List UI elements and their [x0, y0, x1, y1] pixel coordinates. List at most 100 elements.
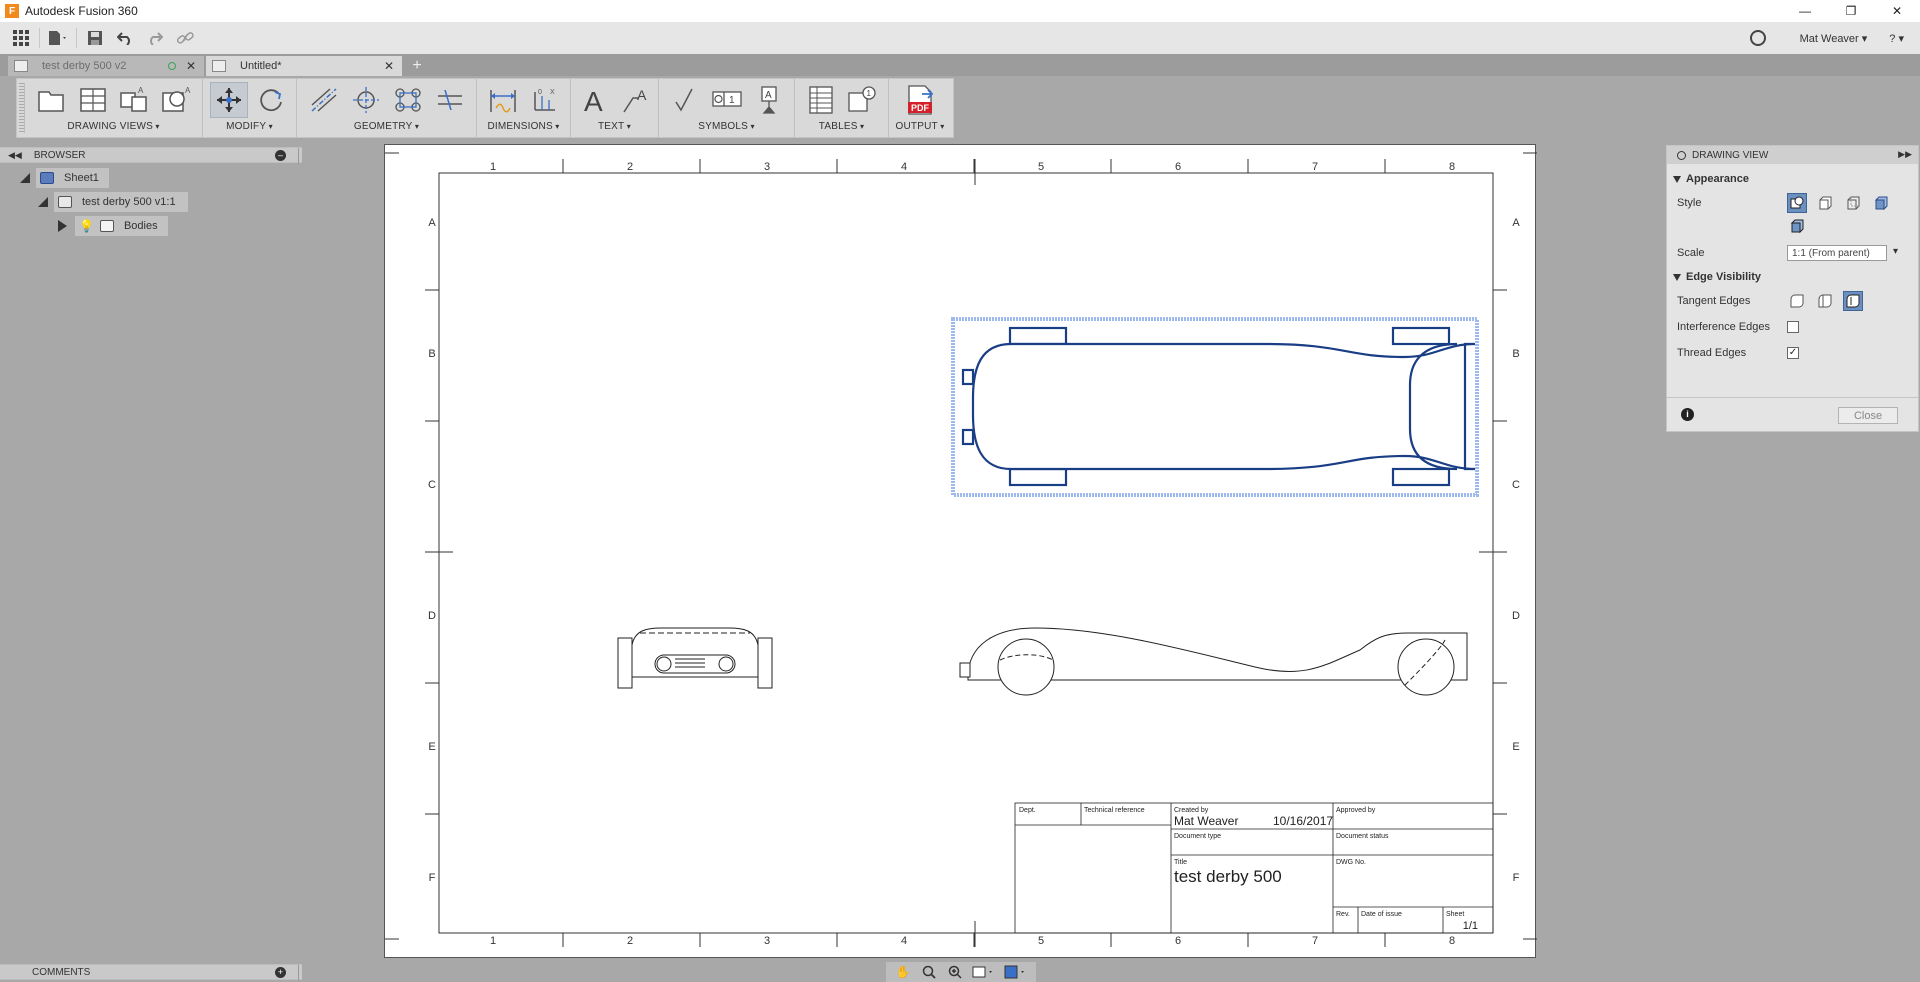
tangent-edges-off-icon[interactable]: [1787, 291, 1807, 311]
shaded-hidden-edges-style-icon[interactable]: [1871, 193, 1891, 213]
tree-item-sheet[interactable]: Sheet1: [0, 166, 302, 190]
link-icon[interactable]: [170, 25, 200, 51]
visibility-bulb-icon[interactable]: 💡: [79, 219, 94, 233]
expand-panel-icon[interactable]: ▶▶: [1898, 149, 1912, 160]
thread-edges-checkbox[interactable]: ✓: [1787, 347, 1799, 359]
file-icon[interactable]: [43, 25, 73, 51]
redo-icon[interactable]: [140, 25, 170, 51]
sheet-canvas: 1 2 3 4 5 6 7 8 1 2 3 4 5 6 7 8 A B C D …: [385, 152, 1537, 947]
minimize-panel-icon[interactable]: [1677, 150, 1686, 160]
center-mark-pattern-icon[interactable]: [389, 82, 427, 118]
new-tab-icon[interactable]: +: [406, 56, 428, 76]
sheet-number: 1/1: [1463, 920, 1478, 932]
zoom-window-icon[interactable]: [918, 963, 940, 981]
side-view[interactable]: [959, 627, 1468, 696]
comments-header[interactable]: COMMENTS +: [0, 964, 302, 981]
date-of-issue-label: Date of issue: [1361, 911, 1402, 918]
close-tab-icon[interactable]: ✕: [384, 59, 394, 73]
pdf-export-icon[interactable]: PDF: [901, 82, 939, 118]
add-comment-icon[interactable]: +: [275, 967, 286, 978]
row-label: F: [1513, 872, 1520, 884]
appearance-section[interactable]: Appearance: [1667, 168, 1918, 190]
edge-extension-icon[interactable]: [431, 82, 469, 118]
detail-view-icon[interactable]: A: [158, 82, 196, 118]
pan-icon[interactable]: ✋: [892, 963, 914, 981]
edge-visibility-section[interactable]: Edge Visibility: [1667, 266, 1918, 288]
close-tab-icon[interactable]: ✕: [186, 59, 196, 73]
help-menu[interactable]: ? ▾: [1889, 32, 1904, 45]
browser-options-icon[interactable]: –: [275, 150, 286, 161]
datum-identifier-icon[interactable]: A: [750, 82, 788, 118]
base-view-icon[interactable]: [32, 82, 70, 118]
tree-item-bodies[interactable]: 💡 Bodies: [0, 214, 302, 238]
tree-label: test derby 500 v1:1: [82, 196, 176, 208]
tangent-edges-shortened-icon[interactable]: [1843, 291, 1863, 311]
rotate-icon[interactable]: [252, 82, 290, 118]
minimize-icon[interactable]: —: [1782, 0, 1828, 22]
row-label: B: [1512, 348, 1519, 360]
tangent-edges-full-icon[interactable]: [1815, 291, 1835, 311]
column-label: 1: [490, 935, 496, 947]
shaded-visible-edges-style-icon[interactable]: [1787, 216, 1807, 236]
dimension-icon[interactable]: [484, 82, 522, 118]
collapse-panel-icon[interactable]: ◀◀: [8, 150, 22, 161]
symbols-menu[interactable]: SYMBOLS: [698, 121, 754, 132]
modify-menu[interactable]: MODIFY: [226, 121, 273, 132]
collapse-triangle-icon[interactable]: [38, 197, 48, 207]
job-status-icon[interactable]: [1749, 30, 1766, 46]
close-button[interactable]: Close: [1838, 407, 1898, 424]
scale-select[interactable]: 1:1 (From parent): [1787, 245, 1898, 261]
shaded-style-icon[interactable]: [1843, 193, 1863, 213]
panel-resize-handle[interactable]: [298, 148, 302, 164]
section-view-icon[interactable]: A: [116, 82, 154, 118]
svg-text:A: A: [765, 90, 772, 101]
tangent-edges-label: Tangent Edges: [1677, 295, 1751, 307]
drawing-views-menu[interactable]: DRAWING VIEWS: [67, 121, 159, 132]
panel-resize-handle[interactable]: [298, 965, 302, 981]
dept-label: Dept.: [1019, 807, 1036, 814]
close-icon[interactable]: ✕: [1874, 0, 1920, 22]
info-icon[interactable]: i: [1681, 408, 1694, 421]
zoom-icon[interactable]: [944, 963, 966, 981]
restore-icon[interactable]: ❐: [1828, 0, 1874, 22]
balloon-icon[interactable]: 1: [844, 82, 882, 118]
top-view[interactable]: [951, 317, 1479, 497]
visible-edges-style-icon[interactable]: [1787, 193, 1807, 213]
table-icon[interactable]: [802, 82, 840, 118]
text-menu[interactable]: TEXT: [598, 121, 631, 132]
front-view[interactable]: [617, 627, 773, 689]
navigation-bar: ✋: [886, 962, 1036, 982]
column-label: 3: [764, 935, 770, 947]
column-label: 3: [764, 161, 770, 173]
group-modify: MODIFY: [203, 79, 297, 137]
tab-untitled[interactable]: Untitled* ✕: [206, 56, 402, 76]
feature-control-frame-icon[interactable]: 1: [708, 82, 746, 118]
output-menu[interactable]: OUTPUT: [896, 121, 945, 132]
tree-item-view[interactable]: test derby 500 v1:1: [0, 190, 302, 214]
apps-grid-icon[interactable]: [6, 25, 36, 51]
save-icon[interactable]: [80, 25, 110, 51]
ordinate-dimension-icon[interactable]: 0X: [526, 82, 564, 118]
display-settings-icon[interactable]: [1002, 963, 1030, 981]
move-icon[interactable]: [209, 82, 248, 118]
tab-label: Untitled*: [240, 60, 282, 72]
tables-menu[interactable]: TABLES: [819, 121, 864, 132]
text-icon[interactable]: A: [575, 82, 613, 118]
geometry-menu[interactable]: GEOMETRY: [354, 121, 419, 132]
tab-test-derby[interactable]: test derby 500 v2 ✕: [8, 56, 204, 76]
sync-status-icon: [167, 62, 176, 70]
undo-icon[interactable]: [110, 25, 140, 51]
centerline-icon[interactable]: [305, 82, 343, 118]
surface-texture-icon[interactable]: [666, 82, 704, 118]
leader-text-icon[interactable]: A: [617, 82, 655, 118]
user-menu[interactable]: Mat Weaver ▾: [1800, 32, 1868, 45]
interference-edges-checkbox[interactable]: [1787, 321, 1799, 333]
collapse-triangle-icon[interactable]: [20, 173, 30, 183]
orbit-icon[interactable]: [970, 963, 998, 981]
projected-view-icon[interactable]: [74, 82, 112, 118]
visible-hidden-edges-style-icon[interactable]: [1815, 193, 1835, 213]
expand-triangle-icon[interactable]: [58, 220, 67, 232]
dimensions-menu[interactable]: DIMENSIONS: [488, 121, 560, 132]
drawing-sheet[interactable]: 1 2 3 4 5 6 7 8 1 2 3 4 5 6 7 8 A B C D …: [384, 144, 1537, 958]
center-mark-icon[interactable]: [347, 82, 385, 118]
